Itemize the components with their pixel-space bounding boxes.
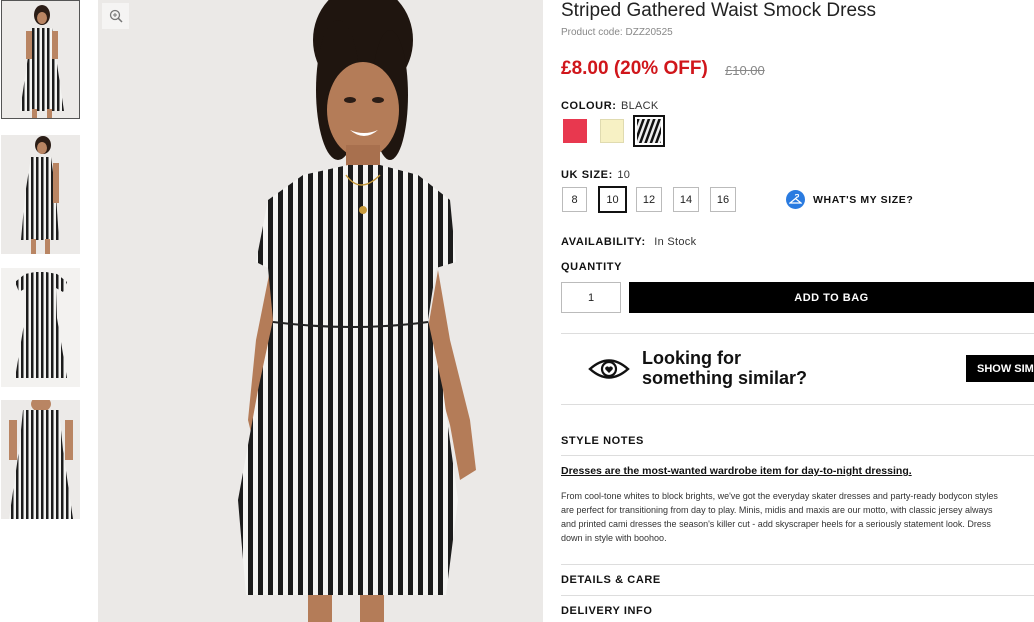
add-to-bag-button[interactable]: ADD TO BAG <box>629 282 1034 313</box>
similar-prompt: Looking for something similar? <box>642 348 807 388</box>
product-main-image[interactable] <box>98 0 543 622</box>
style-notes-line: and printed cami dresses the season's ki… <box>561 519 991 529</box>
size-option-16[interactable]: 16 <box>710 187 736 212</box>
style-notes-body: From cool-tone whites to block brights, … <box>561 489 1034 549</box>
style-notes-line: From cool-tone whites to block brights, … <box>561 491 998 501</box>
eye-heart-icon <box>588 356 630 387</box>
size-guide-link[interactable]: WHAT'S MY SIZE? <box>786 190 913 209</box>
divider <box>561 333 1034 334</box>
zoom-in-icon <box>109 9 123 23</box>
size-value: 10 <box>617 169 631 181</box>
size-guide-label: WHAT'S MY SIZE? <box>813 193 914 206</box>
delivery-info-toggle[interactable]: DELIVERY INFO <box>561 605 653 617</box>
thumbnail-3[interactable] <box>1 268 80 387</box>
price-original: £10.00 <box>725 63 765 78</box>
thumbnail-1[interactable] <box>1 0 80 119</box>
divider <box>561 595 1034 596</box>
zoom-button[interactable] <box>102 3 129 29</box>
colour-value: BLACK <box>620 100 659 112</box>
divider <box>561 564 1034 565</box>
details-care-toggle[interactable]: DETAILS & CARE <box>561 574 661 586</box>
quantity-label: QUANTITY <box>561 261 623 273</box>
divider <box>561 455 1034 456</box>
colour-label: COLOUR: <box>561 100 617 112</box>
size-label: UK SIZE: <box>561 169 613 181</box>
thumbnail-4[interactable] <box>1 400 80 519</box>
colour-label-row: COLOUR: BLACK <box>561 96 659 114</box>
availability-value: In Stock <box>654 236 697 248</box>
style-notes-heading[interactable]: STYLE NOTES <box>561 435 644 447</box>
product-code: Product code: DZZ20525 <box>561 27 673 38</box>
size-label-row: UK SIZE: 10 <box>561 165 630 183</box>
size-option-14[interactable]: 14 <box>673 187 699 212</box>
similar-line-1: Looking for <box>642 348 741 368</box>
availability-label: AVAILABILITY: <box>561 236 646 248</box>
price-current: £8.00 (20% OFF) <box>561 58 708 79</box>
swatch-black-stripe[interactable] <box>633 115 665 147</box>
size-option-8[interactable]: 8 <box>562 187 587 212</box>
similar-line-2: something similar? <box>642 368 808 388</box>
product-title: Striped Gathered Waist Smock Dress <box>561 0 877 21</box>
thumbnail-2[interactable] <box>1 135 80 254</box>
swatch-yellow[interactable] <box>600 119 624 143</box>
show-similar-button[interactable]: SHOW SIMILAR <box>966 355 1034 382</box>
style-notes-line: are perfect for transitioning from day t… <box>561 505 993 515</box>
style-notes-subheading[interactable]: Dresses are the most-wanted wardrobe ite… <box>561 465 912 477</box>
availability-row: AVAILABILITY: In Stock <box>561 232 696 250</box>
hanger-icon <box>786 190 805 209</box>
size-option-10[interactable]: 10 <box>598 186 627 213</box>
divider <box>561 404 1034 405</box>
swatch-red[interactable] <box>563 119 587 143</box>
quantity-input[interactable] <box>561 282 621 313</box>
size-option-12[interactable]: 12 <box>636 187 662 212</box>
style-notes-line: down in style with boohoo. <box>561 533 667 543</box>
